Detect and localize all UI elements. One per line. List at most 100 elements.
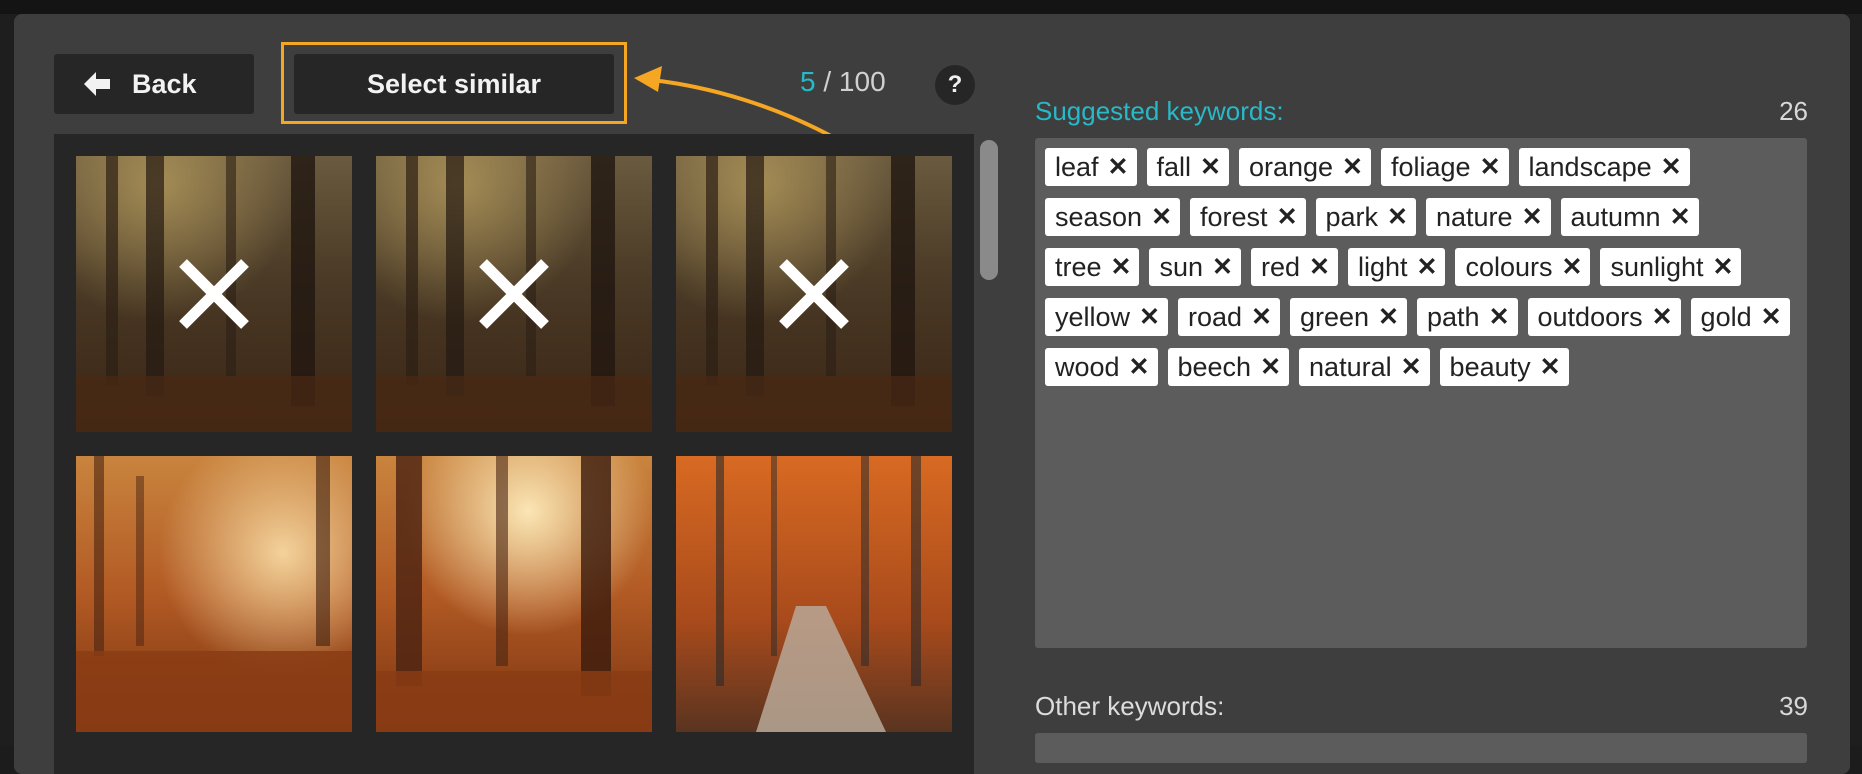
other-keywords-panel [1035,733,1807,763]
keyword-label: yellow [1055,301,1131,332]
help-button[interactable]: ? [935,65,975,105]
keyword-tag[interactable]: orange ✕ [1238,148,1371,186]
back-button[interactable]: Back [54,54,254,114]
remove-keyword-icon[interactable]: ✕ [1480,152,1501,182]
image-tile[interactable] [76,456,352,732]
keyword-label: beauty [1449,351,1531,382]
keyword-tag[interactable]: fall ✕ [1146,148,1229,186]
keyword-tag[interactable]: forest ✕ [1190,198,1306,236]
image-tile[interactable] [76,156,352,432]
keyword-label: outdoors [1537,301,1643,332]
keyword-label: landscape [1528,151,1652,182]
keyword-tag[interactable]: tree ✕ [1045,248,1140,286]
keyword-tag[interactable]: light ✕ [1347,248,1446,286]
image-tile[interactable] [676,456,952,732]
keyword-tag[interactable]: outdoors ✕ [1527,298,1681,336]
keyword-tag[interactable]: natural ✕ [1299,348,1430,386]
remove-keyword-icon[interactable]: ✕ [1661,152,1682,182]
keyword-tag[interactable]: path ✕ [1417,298,1518,336]
remove-keyword-icon[interactable]: ✕ [1111,252,1132,282]
forest-image [676,456,952,732]
counter-total: 100 [838,66,886,97]
remove-keyword-icon[interactable]: ✕ [1489,302,1510,332]
remove-keyword-icon[interactable]: ✕ [1129,352,1150,382]
keyword-tag[interactable]: autumn ✕ [1560,198,1699,236]
keyword-tag[interactable]: red ✕ [1250,248,1338,286]
remove-keyword-icon[interactable]: ✕ [1309,252,1330,282]
remove-keyword-icon[interactable]: ✕ [1151,202,1172,232]
remove-keyword-icon[interactable]: ✕ [1540,352,1561,382]
remove-keyword-icon[interactable]: ✕ [1761,302,1782,332]
keyword-tag[interactable]: colours ✕ [1455,248,1591,286]
remove-keyword-icon[interactable]: ✕ [1139,302,1160,332]
keyword-tag[interactable]: wood ✕ [1045,348,1158,386]
keyword-tag[interactable]: beech ✕ [1167,348,1290,386]
grid-scrollbar-thumb[interactable] [980,140,998,280]
suggested-keywords-title: Suggested keywords: [1035,96,1284,126]
forest-image [76,456,352,732]
close-icon[interactable] [376,156,652,432]
keyword-label: road [1187,301,1243,332]
keyword-label: season [1055,201,1143,232]
remove-keyword-icon[interactable]: ✕ [1562,252,1583,282]
remove-keyword-icon[interactable]: ✕ [1342,152,1363,182]
image-tile[interactable] [376,456,652,732]
keyword-label: green [1299,301,1370,332]
keyword-label: red [1260,251,1301,282]
suggested-keywords-count: 26 [1779,96,1808,126]
keyword-label: wood [1055,351,1120,382]
keyword-label: gold [1700,301,1752,332]
keyword-tag[interactable]: sun ✕ [1149,248,1241,286]
remove-keyword-icon[interactable]: ✕ [1652,302,1673,332]
keyword-tag[interactable]: green ✕ [1289,298,1407,336]
keyword-label: tree [1055,251,1102,282]
keyword-tag[interactable]: yellow ✕ [1045,298,1168,336]
remove-keyword-icon[interactable]: ✕ [1251,302,1272,332]
keyword-tag[interactable]: foliage ✕ [1381,148,1509,186]
remove-keyword-icon[interactable]: ✕ [1277,202,1298,232]
keyword-tag[interactable]: road ✕ [1177,298,1280,336]
remove-keyword-icon[interactable]: ✕ [1260,352,1281,382]
remove-keyword-icon[interactable]: ✕ [1378,302,1399,332]
image-tile[interactable] [376,156,652,432]
remove-keyword-icon[interactable]: ✕ [1417,252,1438,282]
remove-keyword-icon[interactable]: ✕ [1713,252,1734,282]
keyword-label: colours [1465,251,1553,282]
selection-counter: 5 / 100 [800,66,886,98]
help-label: ? [947,71,963,98]
arrow-left-icon [84,72,110,96]
keyword-tag[interactable]: landscape ✕ [1518,148,1690,186]
image-tile[interactable] [676,156,952,432]
keyword-label: path [1427,301,1480,332]
keyword-label: foliage [1391,151,1471,182]
remove-keyword-icon[interactable]: ✕ [1108,152,1129,182]
counter-current: 5 [800,66,816,97]
remove-keyword-icon[interactable]: ✕ [1212,252,1233,282]
remove-keyword-icon[interactable]: ✕ [1387,202,1408,232]
keyword-tag[interactable]: gold ✕ [1690,298,1790,336]
remove-keyword-icon[interactable]: ✕ [1670,202,1691,232]
app-toolbar-backdrop [0,0,1862,14]
keyword-tag[interactable]: leaf ✕ [1045,148,1137,186]
keyword-label: forest [1200,201,1268,232]
remove-keyword-icon[interactable]: ✕ [1200,152,1221,182]
keyword-tag[interactable]: park ✕ [1315,198,1416,236]
remove-keyword-icon[interactable]: ✕ [1522,202,1543,232]
keyword-label: orange [1248,151,1334,182]
keyword-tag[interactable]: season ✕ [1045,198,1181,236]
keyword-label: nature [1436,201,1513,232]
image-grid [54,134,974,774]
keyword-tag[interactable]: sunlight ✕ [1600,248,1742,286]
keyword-label: light [1357,251,1408,282]
remove-keyword-icon[interactable]: ✕ [1401,352,1422,382]
suggested-keywords-panel: leaf ✕ fall ✕ orange ✕ foliage ✕ landscape ✕ seaso… [1035,138,1807,648]
keyword-tag[interactable]: nature ✕ [1426,198,1551,236]
select-similar-label: Select similar [366,68,542,99]
other-keywords-title: Other keywords: [1035,691,1225,721]
select-similar-button[interactable]: Select similar [294,54,614,114]
close-icon[interactable] [76,156,352,432]
keyword-tag[interactable]: beauty ✕ [1439,348,1569,386]
keyword-label: sun [1159,251,1204,282]
other-keywords-count: 39 [1779,691,1808,721]
close-icon[interactable] [676,156,952,432]
